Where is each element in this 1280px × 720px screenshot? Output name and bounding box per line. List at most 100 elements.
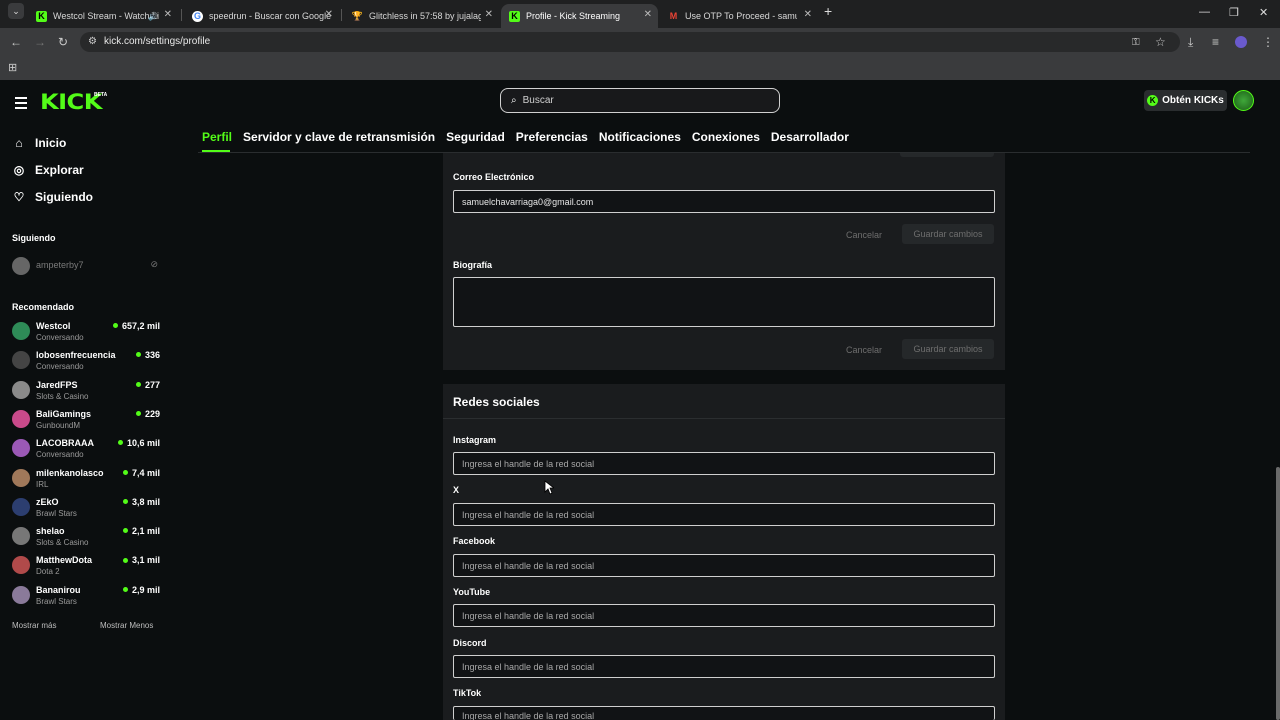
avatar <box>12 409 30 428</box>
instagram-label: Instagram <box>453 435 497 445</box>
x-input[interactable]: Ingresa el handle de la red social <box>453 503 995 526</box>
new-tab-icon[interactable]: + <box>824 3 832 19</box>
browser-tab-gmail[interactable]: M Use OTP To Proceed - samuelch ✕ <box>660 4 818 28</box>
tab-seguridad[interactable]: Seguridad <box>446 130 505 144</box>
menu-dots-icon[interactable]: ⋮ <box>1262 35 1274 49</box>
sidebar-item-siguiendo[interactable]: ♡ Siguiendo <box>12 190 93 204</box>
recommended-channel[interactable]: shelao Slots & Casino 2,1 mil <box>12 525 160 553</box>
channel-name: JaredFPS <box>36 379 78 390</box>
profile-panel <box>443 153 1005 370</box>
instagram-input[interactable]: Ingresa el handle de la red social <box>453 452 995 475</box>
get-kicks-button[interactable]: K Obtén KICKs <box>1144 90 1227 111</box>
kick-icon: K <box>509 10 520 22</box>
sidebar-item-inicio[interactable]: ⌂ Inicio <box>12 136 66 150</box>
browser-tab-westcol[interactable]: K Westcol Stream - Watch Li 🔊 ✕ <box>28 4 178 28</box>
media-control-icon[interactable]: ≡ <box>1212 35 1219 49</box>
email-save-button[interactable]: Guardar cambios <box>902 224 994 244</box>
close-tab-icon[interactable]: ✕ <box>164 9 172 20</box>
tab-preferencias[interactable]: Preferencias <box>516 130 588 144</box>
recommended-channel[interactable]: milenkanolasco IRL 7,4 mil <box>12 467 160 495</box>
password-key-icon[interactable]: ⚿ <box>1132 37 1140 48</box>
close-tab-icon[interactable]: ✕ <box>485 9 493 20</box>
avatar <box>12 257 30 275</box>
tab-desarrollador[interactable]: Desarrollador <box>771 130 849 144</box>
home-icon: ⌂ <box>15 136 23 150</box>
tab-servidor[interactable]: Servidor y clave de retransmisión <box>243 130 435 144</box>
reload-icon[interactable]: ↻ <box>58 35 68 49</box>
address-bar[interactable] <box>80 32 1180 52</box>
viewer-count: 10,6 mil <box>118 438 160 448</box>
user-avatar[interactable] <box>1233 90 1254 111</box>
email-cancel-button[interactable]: Cancelar <box>846 230 882 240</box>
tab-perfil[interactable]: Perfil <box>202 130 232 144</box>
sidebar-item-explorar[interactable]: ◎ Explorar <box>12 163 84 177</box>
following-section-title: Siguiendo <box>12 233 56 243</box>
kick-logo[interactable]: KICK <box>40 90 102 114</box>
forward-icon[interactable]: → <box>34 35 46 49</box>
offline-icon: ⊘ <box>150 259 158 269</box>
recommended-channel[interactable]: Westcol Conversando 657,2 mil <box>12 320 160 348</box>
youtube-input[interactable]: Ingresa el handle de la red social <box>453 604 995 627</box>
bio-save-button[interactable]: Guardar cambios <box>902 339 994 359</box>
following-channel[interactable]: ampeterby7 ⊘ <box>12 255 160 283</box>
channel-name: lobosenfrecuencia <box>36 350 116 361</box>
recommended-channel[interactable]: lobosenfrecuencia Conversando 336 <box>12 349 160 377</box>
recommended-channel[interactable]: BaliGamings GunboundM 229 <box>12 408 160 436</box>
browser-tab-speedrun[interactable]: 🏆 Glitchless in 57:58 by jujalag - S ✕ <box>344 4 499 28</box>
recommended-channel[interactable]: MatthewDota Dota 2 3,1 mil <box>12 554 160 582</box>
bookmarks-bar <box>0 56 1280 80</box>
url-text[interactable]: kick.com/settings/profile <box>104 36 210 47</box>
channel-name: Bananirou <box>36 584 81 595</box>
page-scrollbar[interactable] <box>1276 467 1280 720</box>
avatar <box>12 322 30 340</box>
minimize-icon[interactable]: — <box>1199 6 1210 18</box>
avatar <box>12 556 30 575</box>
facebook-input[interactable]: Ingresa el handle de la red social <box>453 554 995 577</box>
back-icon[interactable]: ← <box>10 35 22 49</box>
compass-icon: ◎ <box>13 163 25 177</box>
recommended-channel[interactable]: JaredFPS Slots & Casino 277 <box>12 379 160 407</box>
trophy-icon: 🏆 <box>351 10 364 21</box>
channel-category: Slots & Casino <box>36 391 89 401</box>
discord-input[interactable]: Ingresa el handle de la red social <box>453 655 995 678</box>
email-label: Correo Electrónico <box>453 172 535 182</box>
close-tab-icon[interactable]: ✕ <box>804 9 812 20</box>
show-less-link[interactable]: Mostrar Menos <box>100 621 153 630</box>
avatar <box>12 380 30 399</box>
maximize-icon[interactable]: ❐ <box>1229 6 1239 19</box>
browser-tab-google[interactable]: G speedrun - Buscar con Google ✕ <box>184 4 339 28</box>
viewer-count: 3,1 mil <box>123 555 160 565</box>
recommended-section-title: Recomendado <box>12 302 75 312</box>
hamburger-menu-icon[interactable] <box>15 97 27 112</box>
window-close-icon[interactable]: ✕ <box>1259 6 1268 19</box>
close-tab-icon[interactable]: ✕ <box>644 9 652 20</box>
recommended-channel[interactable]: Bananirou Brawl Stars 2,9 mil <box>12 584 160 612</box>
download-icon[interactable]: ⤓ <box>1188 35 1193 50</box>
profile-icon[interactable] <box>1235 36 1247 48</box>
tab-separator <box>341 9 342 21</box>
channel-category: Conversando <box>36 362 84 372</box>
heart-icon: ♡ <box>13 190 25 204</box>
search-input[interactable]: ⌕ Buscar <box>500 88 780 113</box>
channel-name: zEkO <box>36 496 59 507</box>
recommended-channel[interactable]: zEkO Brawl Stars 3,8 mil <box>12 496 160 524</box>
avatar <box>12 439 30 458</box>
channel-category: GunboundM <box>36 420 81 430</box>
site-info-icon[interactable]: ⚙ <box>88 36 97 47</box>
email-field[interactable]: samuelchavarriaga0@gmail.com <box>453 190 995 213</box>
apps-grid-icon[interactable]: ⊞ <box>8 61 17 74</box>
tiktok-input[interactable]: Ingresa el handle de la red social <box>453 706 995 720</box>
show-more-link[interactable]: Mostrar más <box>12 621 56 630</box>
tab-search-icon[interactable]: ⌄ <box>8 3 24 19</box>
recommended-channel[interactable]: LACOBRAAA Conversando 10,6 mil <box>12 437 160 465</box>
bio-textarea[interactable] <box>453 277 995 327</box>
browser-tab-kick-profile[interactable]: K Profile - Kick Streaming ✕ <box>501 4 658 28</box>
kick-icon: K <box>36 10 47 22</box>
avatar <box>12 468 30 487</box>
tab-notificaciones[interactable]: Notificaciones <box>599 130 681 144</box>
bookmark-star-icon[interactable]: ☆ <box>1155 35 1166 49</box>
tab-conexiones[interactable]: Conexiones <box>692 130 760 144</box>
beta-badge: BETA <box>94 92 108 98</box>
bio-cancel-button[interactable]: Cancelar <box>846 345 882 355</box>
close-tab-icon[interactable]: ✕ <box>325 9 333 20</box>
